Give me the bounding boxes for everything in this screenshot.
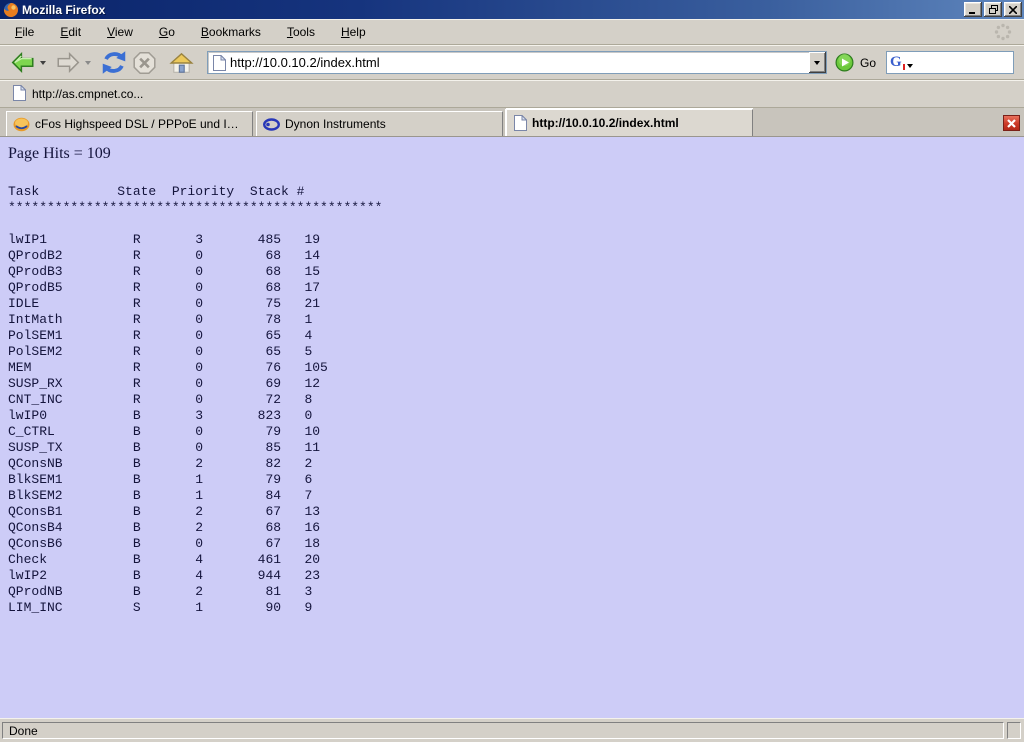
- restore-button[interactable]: [984, 2, 1002, 17]
- home-icon: [167, 50, 196, 76]
- tab-bar: cFos Highspeed DSL / PPPoE und ISDN CAP.…: [0, 108, 1024, 137]
- status-bar: Done: [0, 718, 1024, 742]
- tab-1[interactable]: cFos Highspeed DSL / PPPoE und ISDN CAP.…: [6, 111, 253, 136]
- reload-icon: [99, 49, 129, 76]
- tab-label: http://10.0.10.2/index.html: [532, 116, 679, 130]
- dynon-icon: [263, 118, 280, 131]
- minimize-button[interactable]: [964, 2, 982, 17]
- google-icon: G: [890, 55, 904, 70]
- url-dropdown-button[interactable]: [809, 52, 826, 73]
- back-button[interactable]: [8, 50, 38, 76]
- title-bar: Mozilla Firefox: [0, 0, 1024, 19]
- menu-file[interactable]: File: [6, 21, 43, 43]
- throbber-icon: [994, 23, 1012, 41]
- status-resize-panel: [1007, 722, 1021, 739]
- firefox-logo-icon: [3, 2, 19, 18]
- go-label: Go: [860, 56, 876, 70]
- tab-2[interactable]: Dynon Instruments: [256, 111, 503, 136]
- menu-view[interactable]: View: [98, 21, 142, 43]
- navigation-toolbar: Go G: [0, 45, 1024, 80]
- page-icon: [12, 85, 26, 104]
- stop-icon: [131, 50, 158, 76]
- go-button[interactable]: Go: [835, 53, 876, 72]
- forward-button[interactable]: [53, 50, 83, 76]
- menu-help[interactable]: Help: [332, 21, 375, 43]
- tab-3[interactable]: http://10.0.10.2/index.html: [506, 109, 753, 136]
- go-icon: [835, 53, 854, 72]
- page-content: Page Hits = 109 Task State Priority Stac…: [0, 137, 1024, 718]
- menu-go[interactable]: Go: [150, 21, 184, 43]
- home-button[interactable]: [166, 50, 197, 76]
- cfos-icon: [13, 117, 30, 132]
- status-text: Done: [9, 724, 38, 738]
- search-engine-caret[interactable]: [907, 64, 913, 68]
- url-dropdown-caret: [814, 61, 820, 65]
- menu-edit[interactable]: Edit: [51, 21, 90, 43]
- menu-bookmarks[interactable]: Bookmarks: [192, 21, 270, 43]
- url-input[interactable]: [230, 53, 809, 72]
- reload-button[interactable]: [98, 49, 130, 76]
- menu-tools[interactable]: Tools: [278, 21, 324, 43]
- close-button[interactable]: [1004, 2, 1022, 17]
- window-title: Mozilla Firefox: [22, 3, 964, 17]
- search-input[interactable]: [915, 56, 1010, 70]
- url-bar: [207, 51, 827, 74]
- bookmark-label: http://as.cmpnet.co...: [32, 87, 143, 101]
- tab-label: cFos Highspeed DSL / PPPoE und ISDN CAP.…: [35, 117, 246, 131]
- window-controls: [964, 2, 1022, 17]
- close-tab-button[interactable]: [1003, 115, 1020, 131]
- bookmark-item[interactable]: http://as.cmpnet.co...: [8, 82, 147, 107]
- forward-arrow-icon: [54, 50, 82, 76]
- bookmarks-toolbar: http://as.cmpnet.co...: [0, 80, 1024, 108]
- search-box: G: [886, 51, 1014, 74]
- back-arrow-icon: [9, 50, 37, 76]
- menu-bar: File Edit View Go Bookmarks Tools Help: [0, 19, 1024, 45]
- task-table: Task State Priority Stack # ************…: [8, 184, 1024, 616]
- page-icon: [513, 115, 527, 131]
- stop-button[interactable]: [130, 50, 159, 76]
- page-icon: [212, 55, 226, 71]
- firefox-window: Mozilla Firefox File Edit View Go Bookmarks T…: [0, 0, 1024, 742]
- forward-dropdown-caret[interactable]: [85, 61, 91, 65]
- page-hits: Page Hits = 109: [8, 145, 1024, 163]
- tab-label: Dynon Instruments: [285, 117, 386, 131]
- status-panel: Done: [2, 722, 1004, 739]
- back-dropdown-caret[interactable]: [40, 61, 46, 65]
